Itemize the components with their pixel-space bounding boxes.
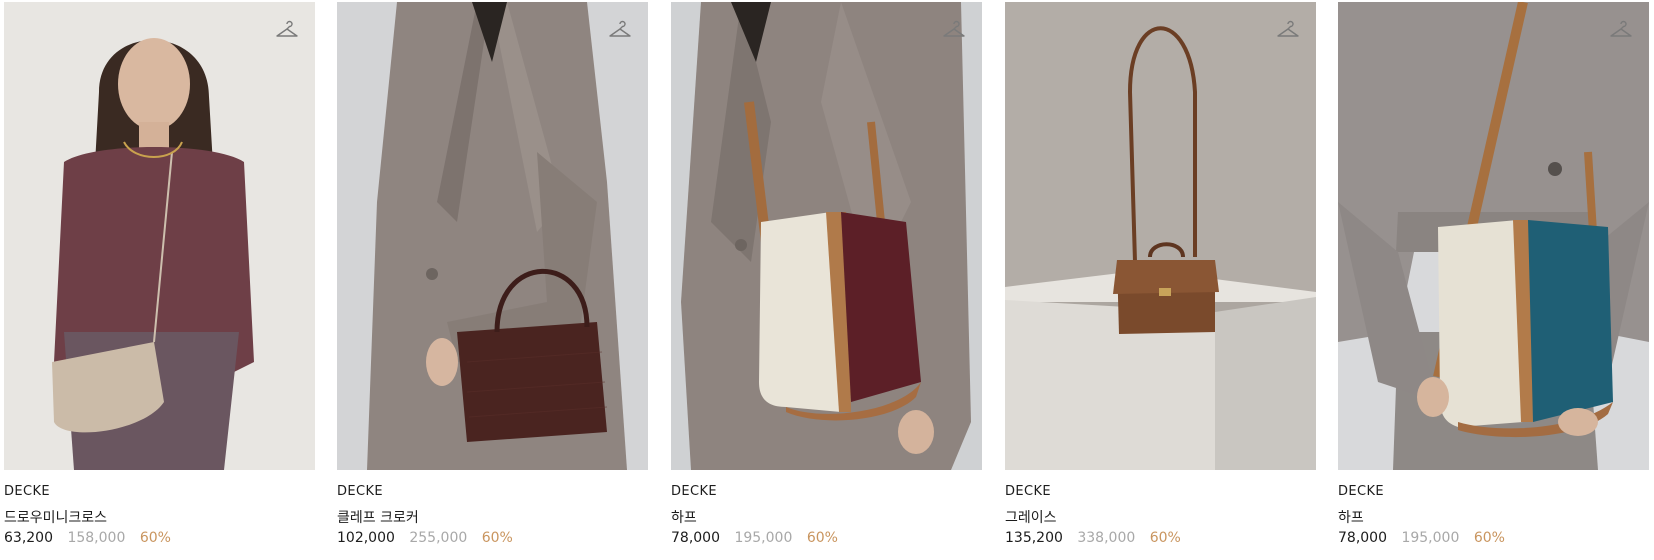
original-price: 195,000 <box>1401 530 1460 546</box>
discount-rate: 60% <box>139 530 171 546</box>
sale-price: 78,000 <box>1338 530 1387 546</box>
product-name[interactable]: 클레프 크로커 <box>337 507 419 527</box>
hanger-icon[interactable] <box>1609 18 1633 42</box>
product-card[interactable]: DECKE 클레프 크로커 102,000 255,000 60% <box>337 2 648 557</box>
sale-price: 63,200 <box>4 530 53 546</box>
product-brand: DECKE <box>4 484 51 499</box>
product-name[interactable]: 그레이스 <box>1005 507 1057 527</box>
original-price: 158,000 <box>67 530 126 546</box>
discount-rate: 60% <box>1149 530 1181 546</box>
product-card[interactable]: DECKE 하프 78,000 195,000 60% <box>1338 2 1649 557</box>
sale-price: 78,000 <box>671 530 720 546</box>
product-image[interactable] <box>337 2 648 470</box>
hanger-icon[interactable] <box>608 18 632 42</box>
product-image[interactable] <box>1005 2 1316 470</box>
discount-rate: 60% <box>806 530 838 546</box>
product-name[interactable]: 하프 <box>1338 507 1364 527</box>
product-card[interactable]: DECKE 그레이스 135,200 338,000 60% <box>1005 2 1316 557</box>
product-prices: 102,000 255,000 60% <box>337 530 513 546</box>
discount-rate: 60% <box>481 530 513 546</box>
product-card[interactable]: DECKE 드로우미니크로스 63,200 158,000 60% <box>4 2 315 557</box>
product-brand: DECKE <box>671 484 718 499</box>
product-grid: DECKE 드로우미니크로스 63,200 158,000 60% DECKE … <box>0 0 1654 560</box>
product-card[interactable]: DECKE 하프 78,000 195,000 60% <box>671 2 982 557</box>
product-image[interactable] <box>1338 2 1649 470</box>
original-price: 195,000 <box>734 530 793 546</box>
product-prices: 63,200 158,000 60% <box>4 530 171 546</box>
product-brand: DECKE <box>1338 484 1385 499</box>
hanger-icon[interactable] <box>1276 18 1300 42</box>
product-name[interactable]: 하프 <box>671 507 697 527</box>
product-name[interactable]: 드로우미니크로스 <box>4 507 107 527</box>
product-prices: 78,000 195,000 60% <box>1338 530 1505 546</box>
product-prices: 135,200 338,000 60% <box>1005 530 1181 546</box>
hanger-icon[interactable] <box>275 18 299 42</box>
original-price: 338,000 <box>1077 530 1136 546</box>
discount-rate: 60% <box>1473 530 1505 546</box>
sale-price: 135,200 <box>1005 530 1063 546</box>
product-brand: DECKE <box>1005 484 1052 499</box>
original-price: 255,000 <box>409 530 468 546</box>
hanger-icon[interactable] <box>942 18 966 42</box>
sale-price: 102,000 <box>337 530 395 546</box>
product-prices: 78,000 195,000 60% <box>671 530 838 546</box>
product-image[interactable] <box>4 2 315 470</box>
product-image[interactable] <box>671 2 982 470</box>
product-brand: DECKE <box>337 484 384 499</box>
